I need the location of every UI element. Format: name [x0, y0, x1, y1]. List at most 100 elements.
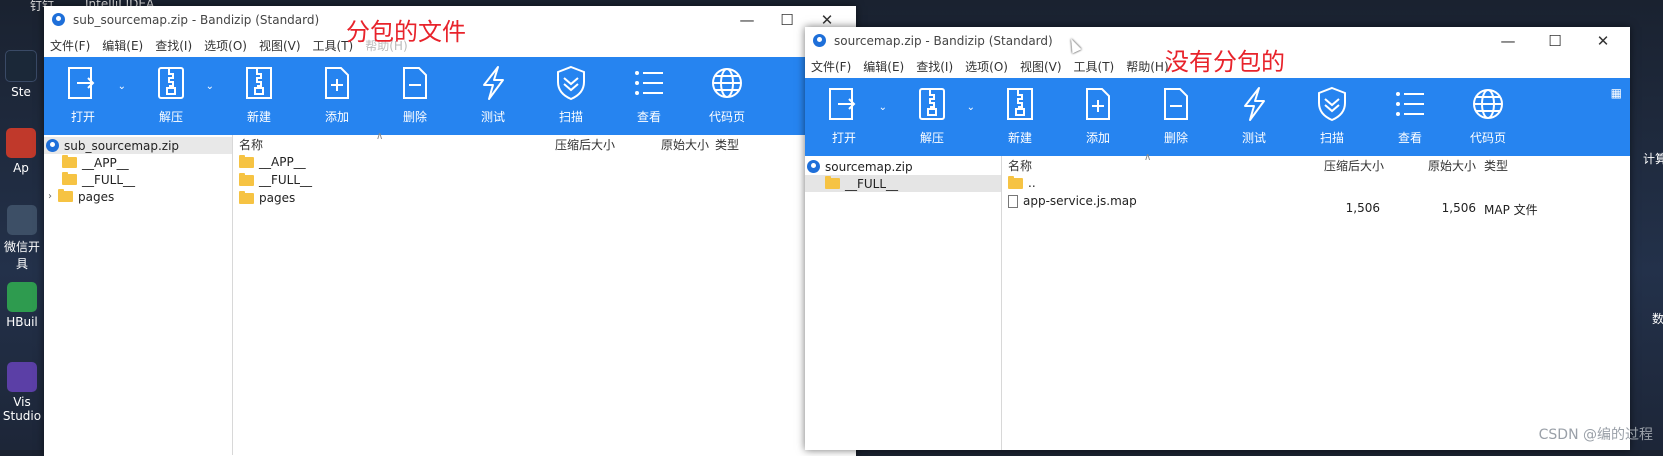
column-packed-size[interactable]: 压缩后大小 — [555, 136, 615, 153]
list-item-original-size: 1,506 — [1441, 201, 1476, 215]
menu-file[interactable]: 文件(F) — [44, 37, 96, 54]
bandizip-window-right: sourcemap.zip - Bandizip (Standard) — ☐ … — [805, 27, 1630, 450]
steam-icon — [5, 50, 37, 82]
toolbar-button-test[interactable]: 测试 — [1215, 78, 1293, 146]
tree-item-full[interactable]: __FULL__ — [805, 175, 1001, 192]
tree-item-full[interactable]: __FULL__ — [44, 171, 232, 188]
column-type[interactable]: 类型 — [715, 136, 739, 153]
list-item[interactable]: pages — [233, 189, 856, 207]
menu-file[interactable]: 文件(F) — [805, 58, 857, 75]
toolbar-button-add-file[interactable]: 添加 — [1059, 78, 1137, 146]
menu-tools[interactable]: 工具(T) — [1068, 58, 1121, 75]
close-button[interactable]: ✕ — [1580, 27, 1626, 54]
file-list: 名称 ∧ 压缩后大小 原始大小 类型 __APP__ __FULL__ page… — [233, 131, 856, 455]
menu-edit[interactable]: 编辑(E) — [96, 37, 149, 54]
desktop-icon-partial[interactable]: 数 — [1648, 310, 1663, 327]
column-name[interactable]: 名称 — [239, 136, 263, 153]
toolbar-button-test[interactable]: 测试 — [454, 57, 532, 125]
toolbar-button-delete-file[interactable]: 删除 — [1137, 78, 1215, 146]
list-item-parent[interactable]: .. — [1002, 174, 1630, 192]
desktop-icon-visual-studio[interactable]: Vis Studio — [0, 362, 44, 423]
tree-root-label: sub_sourcemap.zip — [64, 138, 180, 153]
hbuilder-icon — [7, 282, 37, 312]
view-list-icon — [632, 57, 666, 104]
toolbar-button-open[interactable]: 打开 ⌄ — [44, 57, 126, 125]
chevron-down-icon[interactable]: ⌄ — [118, 81, 126, 92]
tree-item-app[interactable]: __APP__ — [44, 154, 232, 171]
toolbar-button-label: 打开 — [831, 131, 856, 145]
list-item[interactable]: app-service.js.map 1,506 1,506 MAP 文件 — [1002, 192, 1630, 217]
menu-find[interactable]: 查找(I) — [149, 37, 198, 54]
delete-file-icon — [1159, 78, 1193, 125]
window-title: sub_sourcemap.zip - Bandizip (Standard) — [73, 12, 320, 27]
toolbar: ▦ 打开 ⌄ 解压 ⌄ 新建 添加 删除 测试 扫描 查看 代码页 — [805, 78, 1630, 156]
desktop-icon-calculator[interactable]: 计算 — [1640, 150, 1663, 167]
menu-options[interactable]: 选项(O) — [959, 58, 1014, 75]
desktop-icon-app[interactable]: Ap — [0, 128, 42, 175]
column-type[interactable]: 类型 — [1484, 157, 1508, 174]
wechat-devtools-icon — [7, 205, 37, 235]
folder-icon — [239, 172, 254, 186]
toolbar-button-open[interactable]: 打开 ⌄ — [805, 78, 887, 146]
toolbar-button-view-list[interactable]: 查看 — [610, 57, 688, 125]
layout-grid-icon[interactable]: ▦ — [1611, 86, 1622, 100]
toolbar-button-codepage-globe[interactable]: 代码页 — [688, 57, 766, 125]
chevron-down-icon[interactable]: ⌄ — [206, 81, 214, 92]
list-item[interactable]: __APP__ — [233, 153, 856, 171]
column-name[interactable]: 名称 — [1008, 157, 1032, 174]
tree-item-label: pages — [78, 189, 115, 204]
chevron-down-icon[interactable]: ⌄ — [967, 102, 975, 113]
toolbar-button-view-list[interactable]: 查看 — [1371, 78, 1449, 146]
annotation-no-subpackage: 没有分包的 — [1165, 48, 1285, 76]
desktop-icon-wechat-devtools[interactable]: 微信开 具 — [0, 205, 44, 272]
menu-view[interactable]: 视图(V) — [253, 37, 307, 54]
toolbar-button-new-archive[interactable]: 新建 — [981, 78, 1059, 146]
desktop-icon-label: Ste — [11, 85, 31, 99]
column-packed-size[interactable]: 压缩后大小 — [1324, 157, 1384, 174]
app-icon — [6, 128, 36, 158]
column-original-size[interactable]: 原始大小 — [661, 136, 709, 153]
toolbar-button-new-archive[interactable]: 新建 — [220, 57, 298, 125]
chevron-down-icon[interactable]: ⌄ — [879, 102, 887, 113]
tree-item-pages[interactable]: › pages — [44, 188, 232, 205]
add-file-icon — [1081, 78, 1115, 125]
menu-options[interactable]: 选项(O) — [198, 37, 253, 54]
extract-icon — [915, 78, 949, 125]
desktop-icon-label: Vis — [13, 395, 31, 409]
menu-view[interactable]: 视图(V) — [1014, 58, 1068, 75]
toolbar-button-label: 删除 — [1163, 131, 1188, 145]
toolbar-button-extract[interactable]: 解压 ⌄ — [132, 57, 214, 125]
codepage-globe-icon — [710, 57, 744, 104]
sort-up-icon: ∧ — [1144, 152, 1152, 163]
toolbar-button-label: 删除 — [402, 110, 427, 124]
toolbar-button-scan-shield[interactable]: 扫描 — [1293, 78, 1371, 146]
test-icon — [476, 57, 510, 104]
tree-root[interactable]: sub_sourcemap.zip — [44, 137, 232, 154]
toolbar-button-delete-file[interactable]: 删除 — [376, 57, 454, 125]
toolbar-button-scan-shield[interactable]: 扫描 — [532, 57, 610, 125]
desktop-icon-steam[interactable]: Ste — [0, 50, 42, 99]
toolbar-button-codepage-globe[interactable]: 代码页 — [1449, 78, 1527, 146]
desktop-icon-hbuilder[interactable]: HBuil — [0, 282, 44, 329]
chevron-right-icon[interactable]: › — [48, 191, 52, 202]
minimize-button[interactable]: — — [1485, 27, 1531, 54]
desktop-icon-sublabel: Studio — [2, 409, 42, 423]
toolbar-button-add-file[interactable]: 添加 — [298, 57, 376, 125]
codepage-globe-icon — [1471, 78, 1505, 125]
toolbar-button-extract[interactable]: 解压 ⌄ — [893, 78, 975, 146]
menu-edit[interactable]: 编辑(E) — [857, 58, 910, 75]
maximize-button[interactable]: ☐ — [1532, 27, 1578, 54]
tree-root[interactable]: sourcemap.zip — [805, 158, 1001, 175]
folder-icon — [239, 154, 254, 168]
toolbar-button-label: 测试 — [1241, 131, 1266, 145]
folder-icon — [62, 155, 77, 168]
list-item[interactable]: __FULL__ — [233, 171, 856, 189]
list-item-name: pages — [259, 191, 296, 205]
menu-find[interactable]: 查找(I) — [910, 58, 959, 75]
add-file-icon — [320, 57, 354, 104]
folder-icon — [58, 189, 73, 202]
list-item-name: .. — [1028, 176, 1036, 190]
folder-tree: sourcemap.zip __FULL__ — [805, 156, 1002, 450]
toolbar-button-label: 代码页 — [1469, 131, 1506, 145]
column-original-size[interactable]: 原始大小 — [1428, 157, 1476, 174]
